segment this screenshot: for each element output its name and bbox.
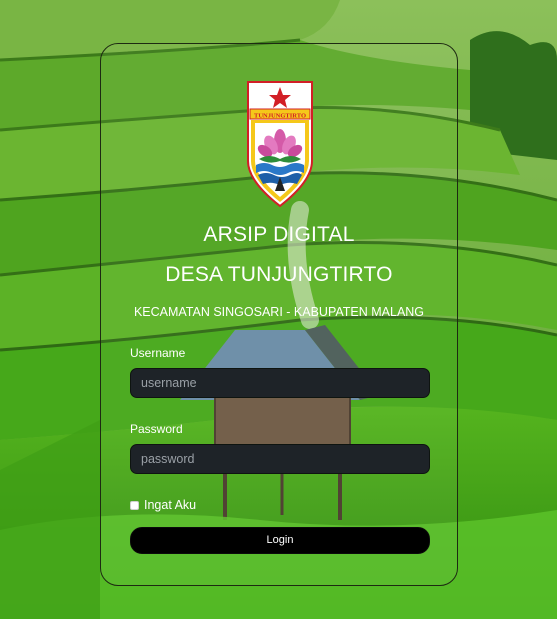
username-label: Username [130, 346, 186, 360]
login-card: TUNJUNGTIRTO ARSIP DIGITAL DESA TUNJUNGT… [100, 43, 458, 586]
app-title-line2: DESA TUNJUNGTIRTO [165, 263, 393, 286]
app-subtitle: KECAMATAN SINGOSARI - KABUPATEN MALANG [133, 305, 425, 319]
username-input[interactable] [130, 368, 430, 398]
password-label: Password [130, 422, 183, 436]
password-input[interactable] [130, 444, 430, 474]
remember-me-label[interactable]: Ingat Aku [144, 498, 196, 512]
remember-me-checkbox[interactable] [130, 500, 139, 510]
emblem-banner-text: TUNJUNGTIRTO [254, 113, 306, 120]
remember-me-row: Ingat Aku [130, 498, 196, 512]
village-emblem-icon: TUNJUNGTIRTO [247, 81, 313, 208]
app-title-line1: ARSIP DIGITAL [203, 223, 355, 246]
login-button[interactable]: Login [130, 527, 430, 554]
